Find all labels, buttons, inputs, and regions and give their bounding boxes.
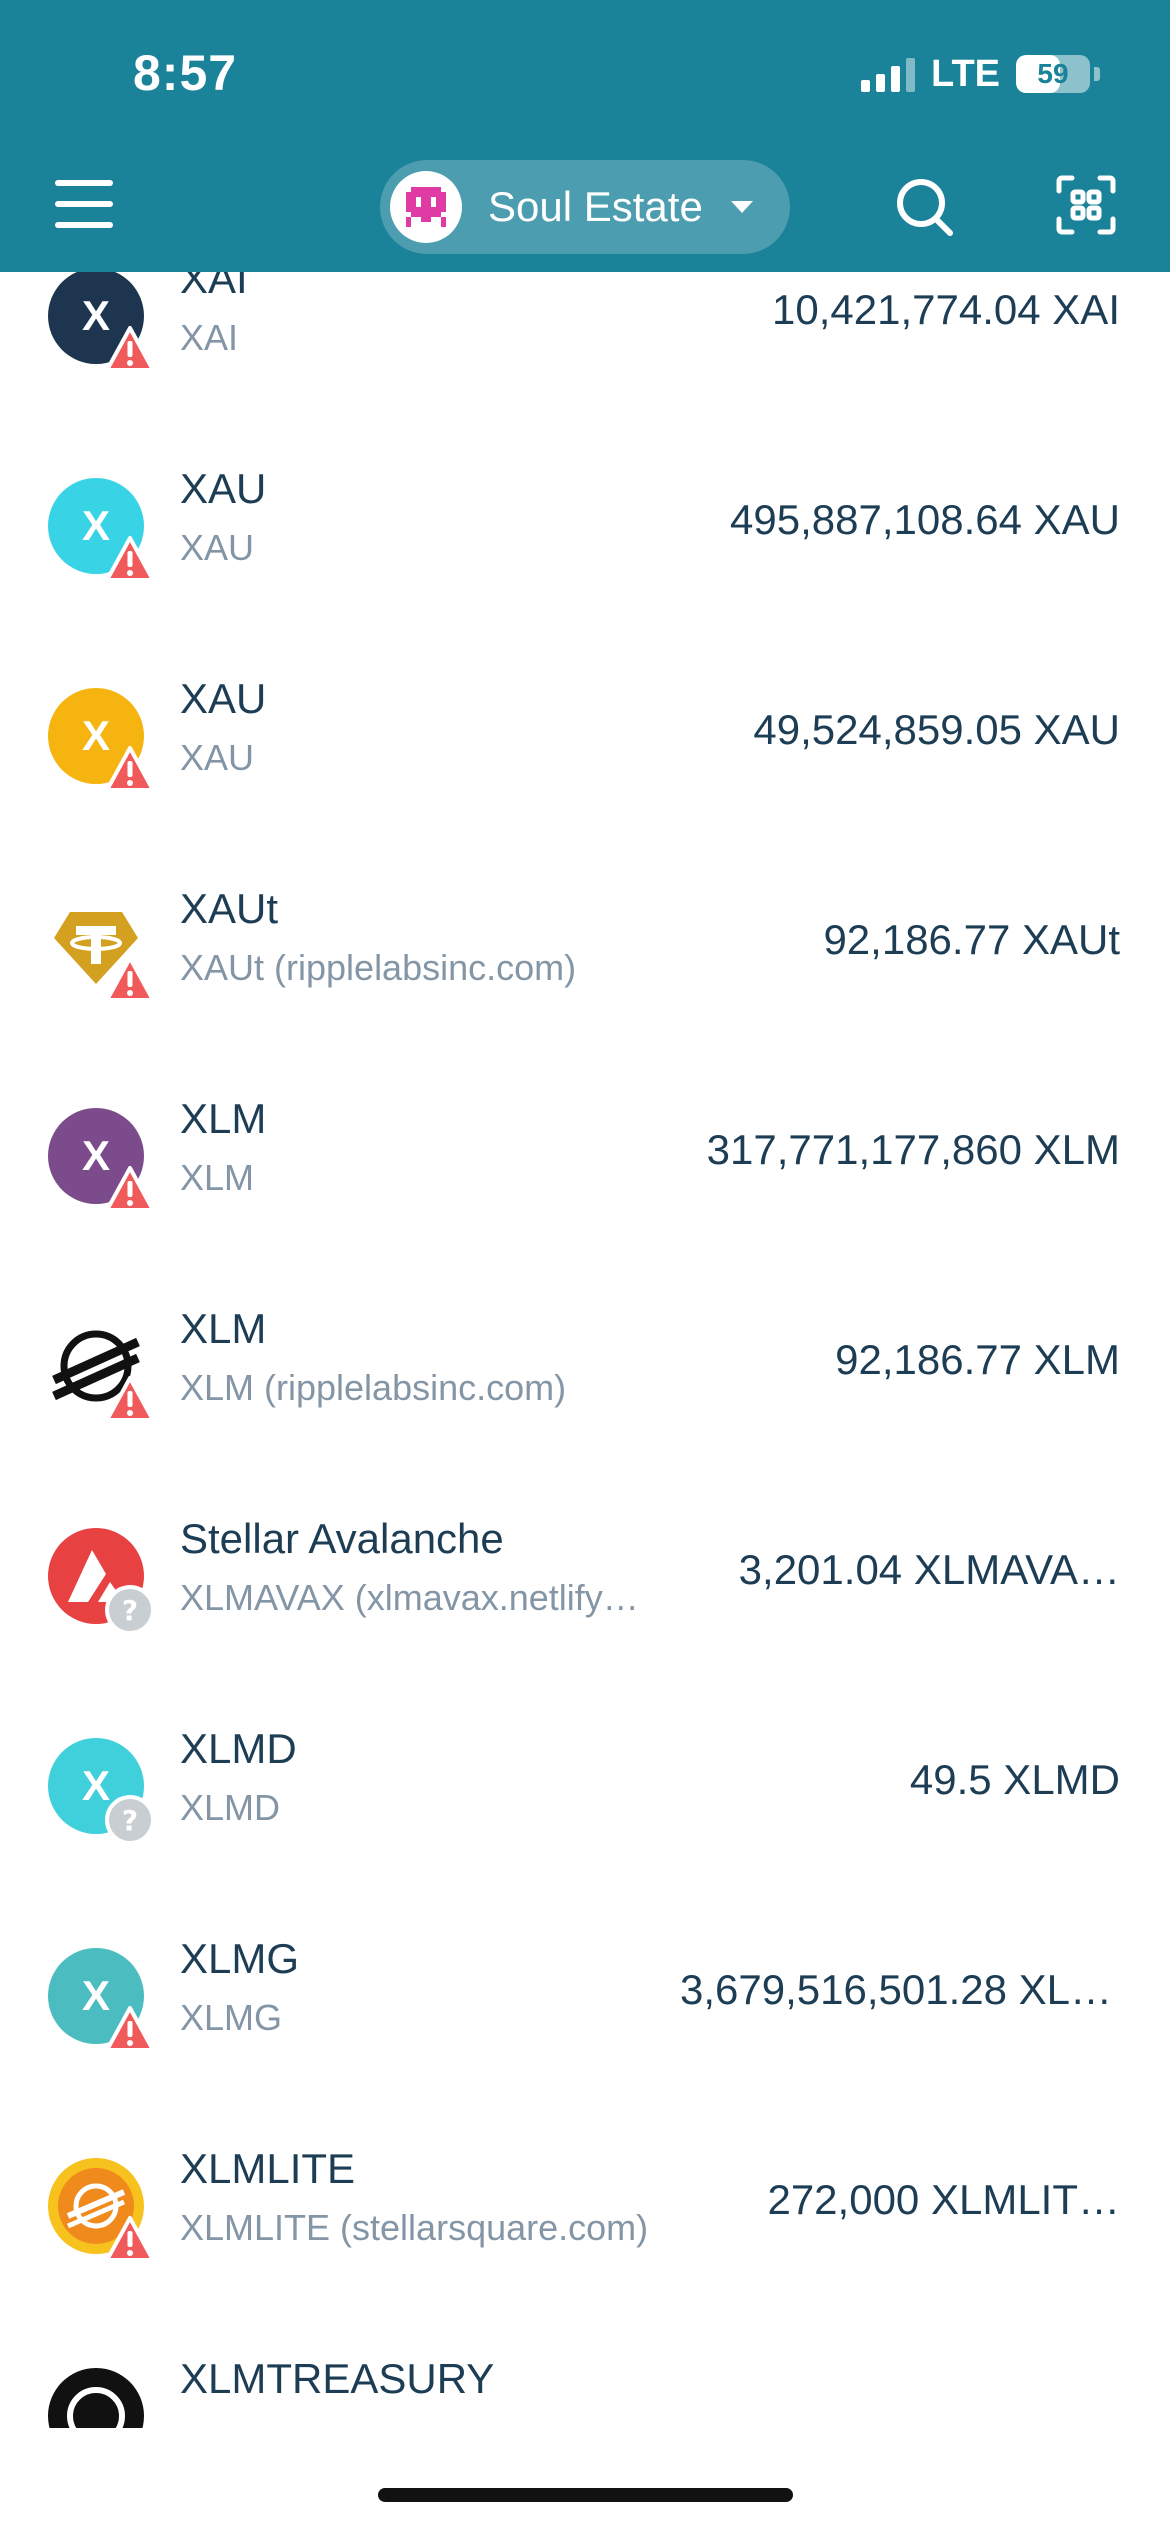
- battery-icon: 59: [1016, 55, 1090, 93]
- warning-icon: [104, 744, 156, 796]
- token-logo-icon: X?: [48, 1738, 155, 1845]
- token-name: Stellar Avalanche: [180, 1515, 504, 1562]
- token-name: XLMLITE: [180, 2145, 356, 2192]
- svg-text:?: ?: [122, 1804, 138, 1837]
- token-row[interactable]: XLM XLM (ripplelabsinc.com) 92,186.77 XLM: [0, 1261, 1170, 1471]
- token-balance: 49,524,859.05 XAU: [753, 706, 1120, 753]
- warning-icon: [104, 1164, 156, 1216]
- token-logo-icon: [48, 2368, 144, 2428]
- token-name: XLMTREASURY: [180, 2355, 495, 2402]
- token-issuer: XLMAVAX (xlmavax.netlify…: [180, 1577, 639, 1618]
- token-row[interactable]: XLMTREASURY: [0, 2311, 1170, 2428]
- token-logo-icon: X: [48, 1948, 155, 2052]
- hamburger-menu-icon[interactable]: [55, 178, 113, 230]
- token-name: XLM: [180, 1095, 267, 1142]
- unknown-token-icon: ?: [104, 1794, 156, 1846]
- token-logo-icon: [48, 898, 155, 1002]
- unknown-token-icon: ?: [104, 1584, 156, 1636]
- token-row[interactable]: X XLMG XLMG 3,679,516,501.28 XLMG: [0, 1891, 1170, 2101]
- svg-text:?: ?: [122, 1594, 138, 1627]
- token-issuer: XLM (ripplelabsinc.com): [180, 1367, 567, 1408]
- token-balance: 317,771,177,860 XLM: [706, 1126, 1120, 1173]
- token-balance: 92,186.77 XLM: [835, 1336, 1120, 1383]
- status-indicators: LTE 59: [861, 52, 1100, 96]
- token-issuer: XLMLITE (stellarsquare.com): [180, 2207, 649, 2248]
- search-icon[interactable]: [895, 175, 955, 239]
- token-logo-icon: X: [48, 688, 155, 792]
- chevron-down-icon: [730, 201, 753, 213]
- token-row[interactable]: X? XLMD XLMD 49.5 XLMD: [0, 1681, 1170, 1891]
- token-balance: 49.5 XLMD: [909, 1756, 1120, 1803]
- token-name: XLMG: [180, 1935, 300, 1982]
- token-issuer: XLMD: [180, 1787, 281, 1828]
- warning-icon: [104, 2004, 156, 2056]
- token-issuer: XAU: [180, 737, 255, 778]
- token-name: XAU: [180, 465, 267, 512]
- token-list[interactable]: X XAI XAI 10,421,774.04 XAI X XAU XAU 495,887,1…: [0, 272, 1170, 2428]
- warning-icon: [104, 954, 156, 1006]
- warning-icon: [104, 2214, 156, 2266]
- token-row[interactable]: XAUt XAUt (ripplelabsinc.com) 92,186.77 XA…: [0, 841, 1170, 1051]
- wallet-selector[interactable]: Soul Estate: [380, 160, 790, 254]
- warning-icon: [104, 534, 156, 586]
- wallet-avatar: [390, 171, 462, 243]
- token-logo-icon: X: [48, 478, 155, 582]
- wallet-name: Soul Estate: [488, 183, 703, 230]
- token-issuer: XAU: [180, 527, 255, 568]
- token-row[interactable]: X XAI XAI 10,421,774.04 XAI: [0, 272, 1170, 421]
- battery-level: 59: [1037, 58, 1069, 89]
- token-name: XAI: [180, 272, 248, 302]
- cellular-signal-icon: [861, 56, 916, 92]
- warning-icon: [104, 1374, 156, 1426]
- token-name: XAUt: [180, 885, 279, 932]
- token-balance: 495,887,108.64 XAU: [730, 496, 1120, 543]
- token-row[interactable]: X XLM XLM 317,771,177,860 XLM: [0, 1051, 1170, 1261]
- status-time: 8:57: [133, 45, 238, 101]
- qr-scan-icon[interactable]: [1056, 175, 1116, 235]
- token-issuer: XLMG: [180, 1997, 283, 2038]
- token-logo-icon: ?: [48, 1528, 155, 1635]
- home-indicator[interactable]: [378, 2488, 793, 2502]
- token-name: XAU: [180, 675, 267, 722]
- token-balance: 92,186.77 XAUt: [823, 916, 1120, 963]
- token-logo-icon: [48, 1318, 155, 1422]
- network-type: LTE: [931, 52, 1000, 95]
- token-row[interactable]: X XAU XAU 495,887,108.64 XAU: [0, 421, 1170, 631]
- token-logo: [48, 2368, 144, 2428]
- token-row[interactable]: ? Stellar Avalanche XLMAVAX (xlmavax.netli…: [0, 1471, 1170, 1681]
- token-balance: 3,679,516,501.28 XLMG: [680, 1966, 1120, 2013]
- token-balance: 10,421,774.04 XAI: [772, 286, 1120, 333]
- token-row[interactable]: XLMLITE XLMLITE (stellarsquare.com) 272,00…: [0, 2101, 1170, 2311]
- warning-icon: [104, 324, 156, 376]
- token-logo-icon: X: [48, 272, 155, 372]
- token-name: XLMD: [180, 1725, 297, 1772]
- token-logo-icon: [48, 2158, 155, 2262]
- token-balance: 3,201.04 XLMAVA…: [738, 1546, 1120, 1593]
- token-issuer: XLM: [180, 1157, 255, 1198]
- token-row[interactable]: X XAU XAU 49,524,859.05 XAU: [0, 631, 1170, 841]
- token-issuer: XAI: [180, 317, 239, 358]
- app-header: 8:57 LTE 59 Soul Estate: [0, 0, 1170, 272]
- token-issuer: XAUt (ripplelabsinc.com): [180, 947, 577, 988]
- token-balance: 272,000 XLMLIT…: [767, 2176, 1120, 2223]
- token-name: XLM: [180, 1305, 267, 1352]
- token-logo-icon: X: [48, 1108, 155, 1212]
